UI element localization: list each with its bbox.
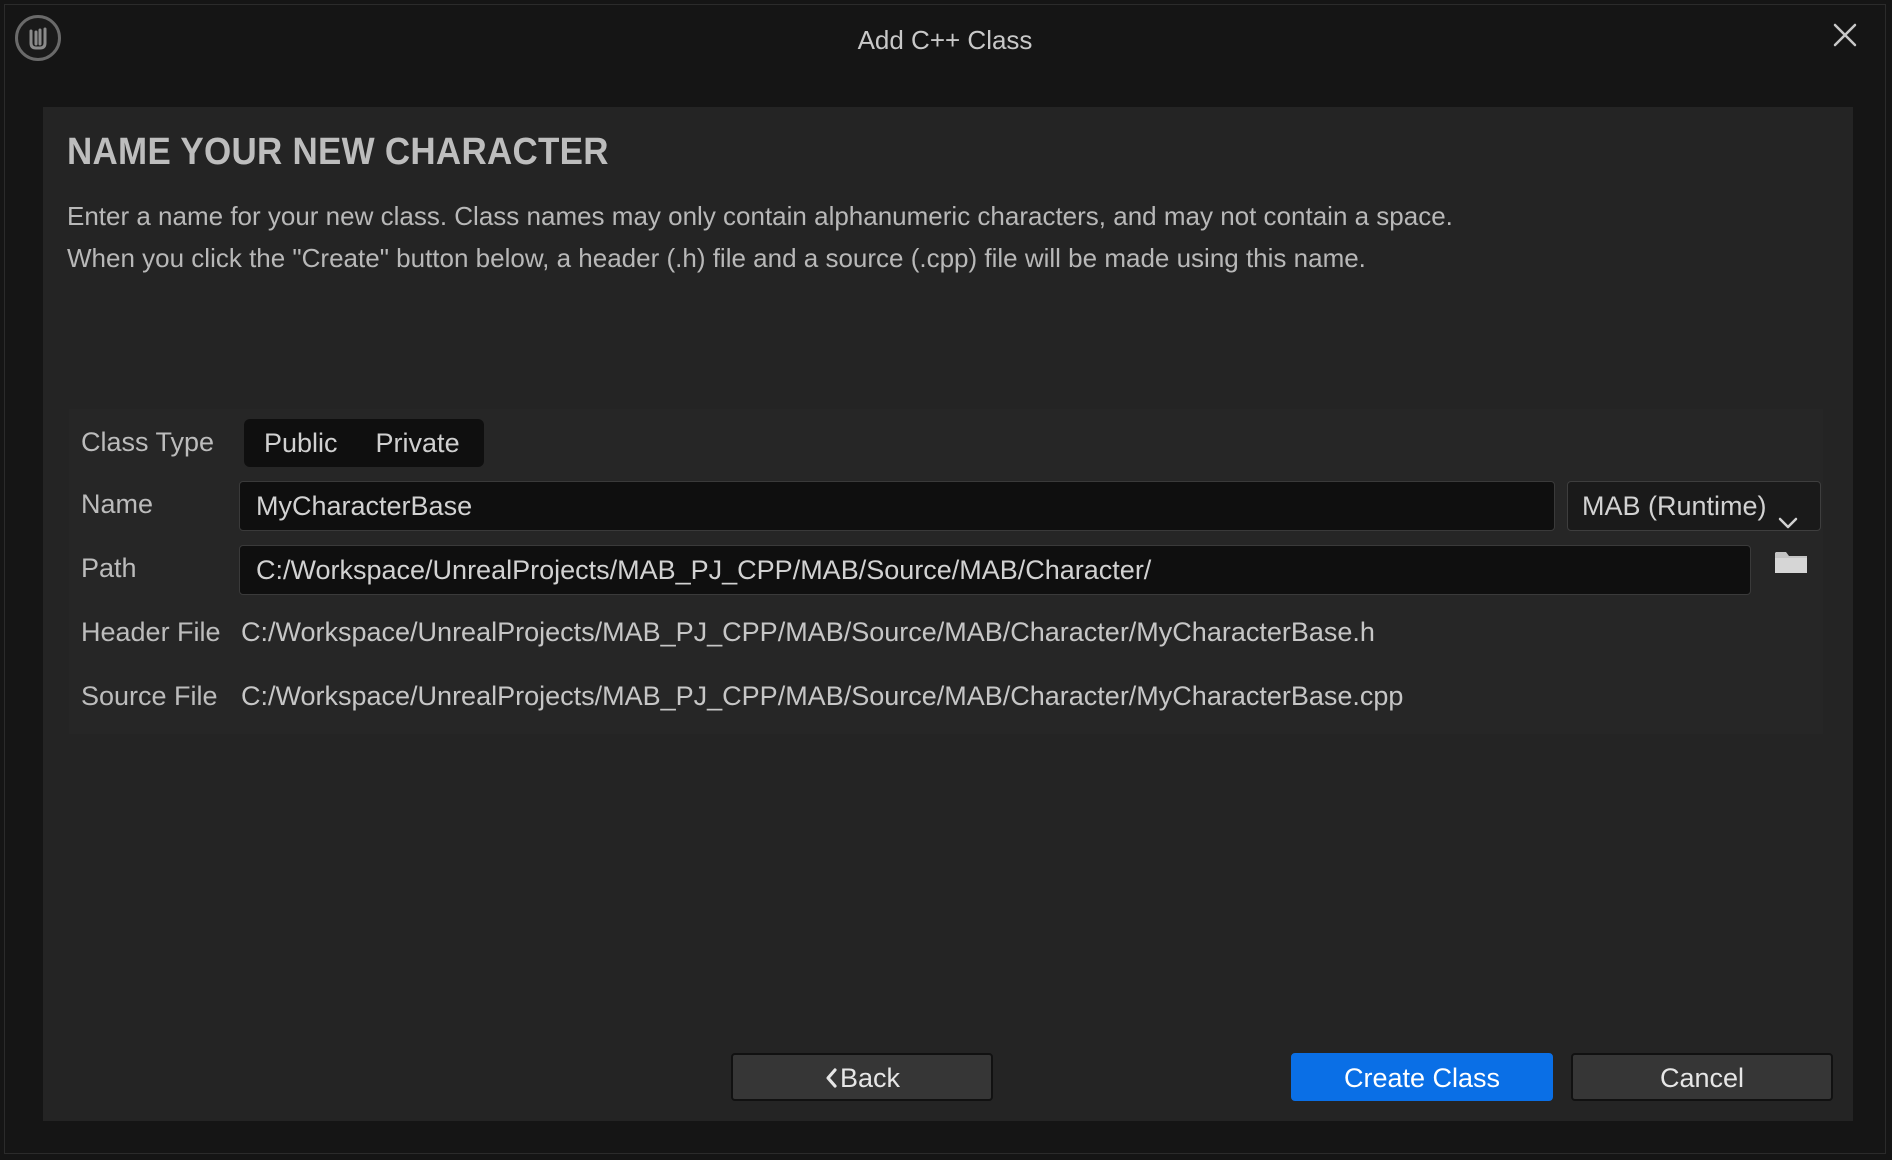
back-button-label: Back [839, 1063, 901, 1093]
class-name-input[interactable]: MyCharacterBase [239, 481, 1555, 531]
header-file-label: Header File [81, 617, 221, 647]
description-line-1: Enter a name for your new class. Class n… [67, 201, 1453, 231]
title-bar: Add C++ Class [5, 5, 1885, 75]
add-cpp-class-dialog: Add C++ Class NAME YOUR NEW CHARACTER En… [4, 4, 1886, 1154]
close-icon[interactable] [1827, 17, 1863, 53]
source-file-value: C:/Workspace/UnrealProjects/MAB_PJ_CPP/M… [241, 681, 1404, 711]
folder-icon[interactable] [1773, 547, 1809, 577]
class-type-label: Class Type [81, 427, 215, 457]
module-dropdown-value: MAB (Runtime) [1582, 491, 1767, 521]
page-description: Enter a name for your new class. Class n… [67, 195, 1453, 279]
module-dropdown[interactable]: MAB (Runtime) [1567, 481, 1821, 531]
name-label: Name [81, 489, 154, 519]
class-type-toggle: Public Private [244, 419, 484, 467]
path-label: Path [81, 553, 137, 583]
cancel-button[interactable]: Cancel [1571, 1053, 1833, 1101]
class-type-public-option[interactable]: Public [244, 419, 358, 467]
content-panel: NAME YOUR NEW CHARACTER Enter a name for… [43, 107, 1853, 1121]
path-input[interactable]: C:/Workspace/UnrealProjects/MAB_PJ_CPP/M… [239, 545, 1751, 595]
chevron-left-icon [824, 1057, 838, 1103]
create-class-button[interactable]: Create Class [1291, 1053, 1553, 1101]
class-form: Class Type Public Private Name MyCharact… [69, 409, 1823, 734]
description-line-2: When you click the "Create" button below… [67, 243, 1366, 273]
chevron-down-icon [1778, 497, 1798, 545]
class-type-private-option[interactable]: Private [358, 419, 480, 467]
source-file-label: Source File [81, 681, 218, 711]
back-button[interactable]: Back [731, 1053, 993, 1101]
header-file-value: C:/Workspace/UnrealProjects/MAB_PJ_CPP/M… [241, 617, 1375, 647]
page-title: NAME YOUR NEW CHARACTER [67, 131, 609, 173]
window-title: Add C++ Class [857, 25, 1033, 55]
